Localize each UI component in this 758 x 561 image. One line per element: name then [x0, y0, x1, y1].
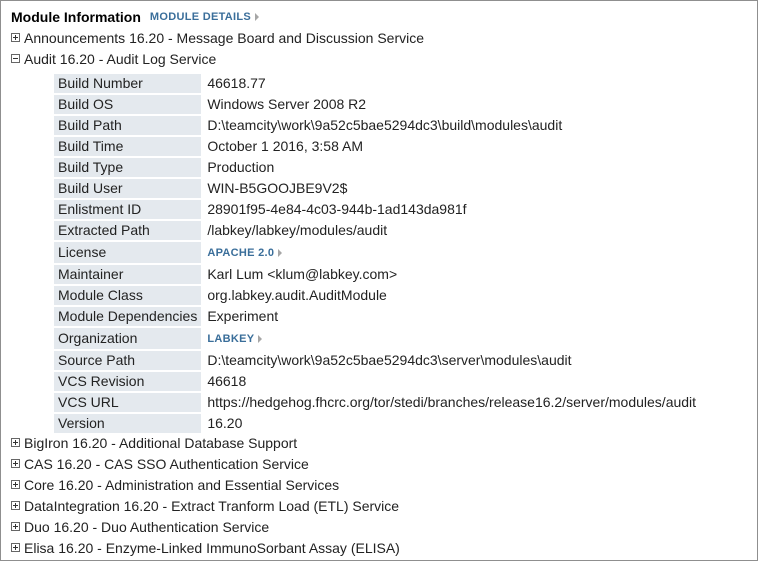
property-value: Production: [207, 159, 275, 175]
module-row-bigiron[interactable]: BigIron 16.20 - Additional Database Supp…: [11, 432, 297, 453]
module-row-dataintegration[interactable]: DataIntegration 16.20 - Extract Tranform…: [11, 495, 399, 516]
license-link[interactable]: APACHE 2.0: [207, 247, 283, 259]
property-value: October 1 2016, 3:58 AM: [207, 138, 363, 154]
module-row-audit[interactable]: Audit 16.20 - Audit Log Service: [11, 48, 216, 69]
triangle-right-icon: [278, 249, 283, 258]
module-details-link[interactable]: MODULE DETAILS: [149, 11, 260, 23]
plus-box-icon[interactable]: [11, 459, 20, 468]
plus-box-icon[interactable]: [11, 501, 20, 510]
module-information-panel: Module Information MODULE DETAILS Announ…: [0, 0, 758, 561]
property-row: Build OS Windows Server 2008 R2: [54, 95, 700, 114]
audit-properties-table: Build Number 46618.77 Build OS Windows Ser…: [54, 72, 700, 435]
property-value: 46618.77: [207, 75, 266, 91]
property-row: Build User WIN-B5GOOJBE9V2$: [54, 179, 700, 198]
property-value: Windows Server 2008 R2: [207, 96, 367, 112]
triangle-right-icon: [255, 13, 260, 22]
property-row: Module Class org.labkey.audit.AuditModule: [54, 286, 700, 305]
property-name: Organization: [54, 328, 202, 349]
property-row: Build Path D:\teamcity\work\9a52c5bae5294…: [54, 116, 700, 135]
property-row: VCS URL https://hedgehog.fhcrc.org/tor/st…: [54, 393, 700, 412]
property-value: 16.20: [207, 415, 243, 431]
property-value: /labkey/labkey/modules/audit: [207, 222, 388, 238]
plus-box-icon[interactable]: [11, 522, 20, 531]
plus-box-icon[interactable]: [11, 33, 20, 42]
minus-box-icon[interactable]: [11, 54, 20, 63]
property-name: VCS URL: [54, 393, 202, 412]
module-label: BigIron 16.20 - Additional Database Supp…: [24, 434, 298, 451]
module-row-elisa[interactable]: Elisa 16.20 - Enzyme-Linked ImmunoSorban…: [11, 537, 400, 558]
module-row-announcements[interactable]: Announcements 16.20 - Message Board and …: [11, 27, 424, 48]
panel-header: Module Information MODULE DETAILS: [11, 7, 260, 27]
organization-link-label: LABKEY: [207, 333, 255, 345]
property-name: Maintainer: [54, 265, 202, 284]
plus-box-icon[interactable]: [11, 438, 20, 447]
property-value: Karl Lum <klum@labkey.com>: [207, 266, 398, 282]
module-label: Audit 16.20 - Audit Log Service: [24, 50, 217, 67]
property-value-cell: APACHE 2.0: [201, 242, 700, 263]
property-name: Module Class: [54, 286, 202, 305]
property-row: Build Type Production: [54, 158, 700, 177]
plus-box-icon[interactable]: [11, 543, 20, 552]
module-row-duo[interactable]: Duo 16.20 - Duo Authentication Service: [11, 516, 269, 537]
property-name: Enlistment ID: [54, 200, 202, 219]
module-label: Announcements 16.20 - Message Board and …: [24, 29, 424, 46]
property-row: Extracted Path/labkey/labkey/modules/aud…: [54, 221, 700, 240]
property-value-cell: LABKEY: [201, 328, 700, 349]
property-row: Build Time October 1 2016, 3:58 AM: [54, 137, 700, 156]
module-label: Duo 16.20 - Duo Authentication Service: [24, 518, 270, 535]
property-name: Build Time: [54, 137, 202, 156]
property-value: 46618: [207, 373, 247, 389]
property-row: Module Dependencies Experiment: [54, 307, 700, 326]
property-row: Maintainer Karl Lum <klum@labkey.com>: [54, 265, 700, 284]
property-name: Module Dependencies: [54, 307, 202, 326]
module-details-link-label: MODULE DETAILS: [149, 11, 252, 23]
property-name: VCS Revision: [54, 372, 202, 391]
property-value: https://hedgehog.fhcrc.org/tor/stedi/bra…: [207, 394, 697, 410]
property-row: VCS Revision 46618: [54, 372, 700, 391]
module-label: Core 16.20 - Administration and Essentia…: [24, 476, 340, 493]
module-label: CAS 16.20 - CAS SSO Authentication Servi…: [24, 455, 309, 472]
property-name: Build User: [54, 179, 202, 198]
property-row: Version 16.20: [54, 414, 700, 433]
property-name: Source Path: [54, 351, 202, 370]
property-value: 28901f95-4e84-4c03-944b-1ad143da981f: [207, 201, 467, 217]
panel-title: Module Information: [11, 9, 141, 25]
property-value: D:\teamcity\work\9a52c5bae5294dc3\build\…: [207, 117, 563, 133]
property-value: WIN-B5GOOJBE9V2$: [207, 180, 348, 196]
module-label: Elisa 16.20 - Enzyme-Linked ImmunoSorban…: [24, 539, 400, 556]
property-name: Build Type: [54, 158, 202, 177]
license-link-label: APACHE 2.0: [207, 247, 275, 259]
property-row: Organization LABKEY: [54, 328, 700, 349]
property-row: License APACHE 2.0: [54, 242, 700, 263]
property-row: Source Path D:\teamcity\work\9a52c5bae529…: [54, 351, 700, 370]
property-name: License: [54, 242, 202, 263]
organization-link[interactable]: LABKEY: [207, 333, 263, 345]
property-name: Build Path: [54, 116, 202, 135]
module-label: DataIntegration 16.20 - Extract Tranform…: [24, 497, 400, 514]
property-name: Extracted Path: [54, 221, 202, 240]
property-row: Build Number 46618.77: [54, 74, 700, 93]
plus-box-icon[interactable]: [11, 480, 20, 489]
property-row: Enlistment ID 28901f95-4e84-4c03-944b-1ad…: [54, 200, 700, 219]
property-name: Version: [54, 414, 202, 433]
module-row-cas[interactable]: CAS 16.20 - CAS SSO Authentication Servi…: [11, 453, 309, 474]
property-value: D:\teamcity\work\9a52c5bae5294dc3\server…: [207, 352, 572, 368]
property-value: Experiment: [207, 308, 279, 324]
property-name: Build OS: [54, 95, 202, 114]
property-value: org.labkey.audit.AuditModule: [207, 287, 387, 303]
triangle-right-icon: [258, 335, 263, 344]
module-row-core[interactable]: Core 16.20 - Administration and Essentia…: [11, 474, 339, 495]
property-name: Build Number: [54, 74, 202, 93]
